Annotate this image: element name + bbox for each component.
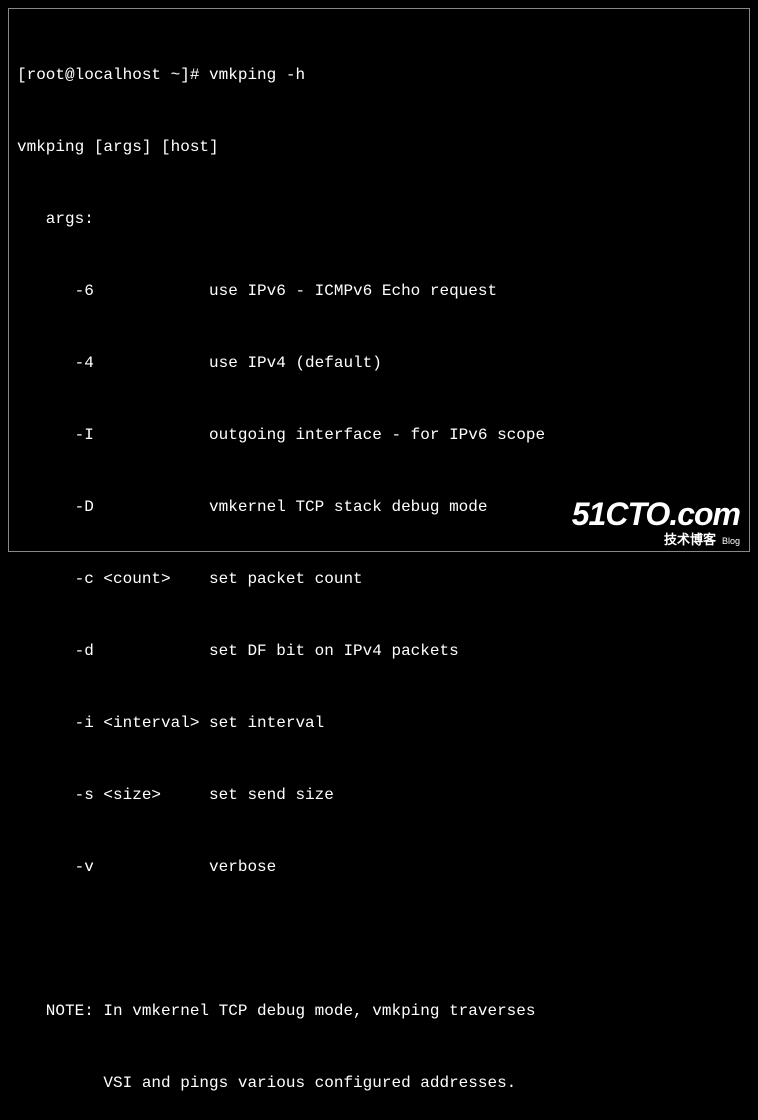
option-flag: -6 [17, 282, 209, 300]
blank-line [17, 927, 741, 951]
note-line-1: NOTE: In vmkernel TCP debug mode, vmkpin… [17, 999, 741, 1023]
prompt-line-1: [root@localhost ~]# vmkping -h [17, 63, 741, 87]
option-desc: set interval [209, 714, 324, 732]
note-line-2: VSI and pings various configured address… [17, 1071, 741, 1095]
option-flag: -4 [17, 354, 209, 372]
option-line: -d set DF bit on IPv4 packets [17, 639, 741, 663]
option-line: -s <size> set send size [17, 783, 741, 807]
option-line: -c <count> set packet count [17, 567, 741, 591]
option-desc: use IPv6 - ICMPv6 Echo request [209, 282, 497, 300]
option-flag: -I [17, 426, 209, 444]
option-flag: -s <size> [17, 786, 209, 804]
watermark-main: 51CTO.com [572, 496, 740, 533]
usage-line: vmkping [args] [host] [17, 135, 741, 159]
option-line: -I outgoing interface - for IPv6 scope [17, 423, 741, 447]
option-flag: -v [17, 858, 209, 876]
option-flag: -d [17, 642, 209, 660]
option-flag: -c <count> [17, 570, 209, 588]
option-desc: set send size [209, 786, 334, 804]
option-line: -6 use IPv6 - ICMPv6 Echo request [17, 279, 741, 303]
option-line: -4 use IPv4 (default) [17, 351, 741, 375]
shell-prompt: [root@localhost ~]# [17, 66, 209, 84]
command-text: vmkping -h [209, 66, 305, 84]
option-desc: outgoing interface - for IPv6 scope [209, 426, 545, 444]
option-desc: vmkernel TCP stack debug mode [209, 498, 487, 516]
option-desc: set DF bit on IPv4 packets [209, 642, 459, 660]
args-header: args: [17, 207, 741, 231]
option-line: -v verbose [17, 855, 741, 879]
option-desc: use IPv4 (default) [209, 354, 382, 372]
option-flag: -i <interval> [17, 714, 209, 732]
option-flag: -D [17, 498, 209, 516]
option-desc: verbose [209, 858, 276, 876]
watermark: 51CTO.com 技术博客Blog [572, 496, 740, 548]
option-line: -i <interval> set interval [17, 711, 741, 735]
terminal-window[interactable]: [root@localhost ~]# vmkping -h vmkping [… [8, 8, 750, 552]
option-desc: set packet count [209, 570, 363, 588]
